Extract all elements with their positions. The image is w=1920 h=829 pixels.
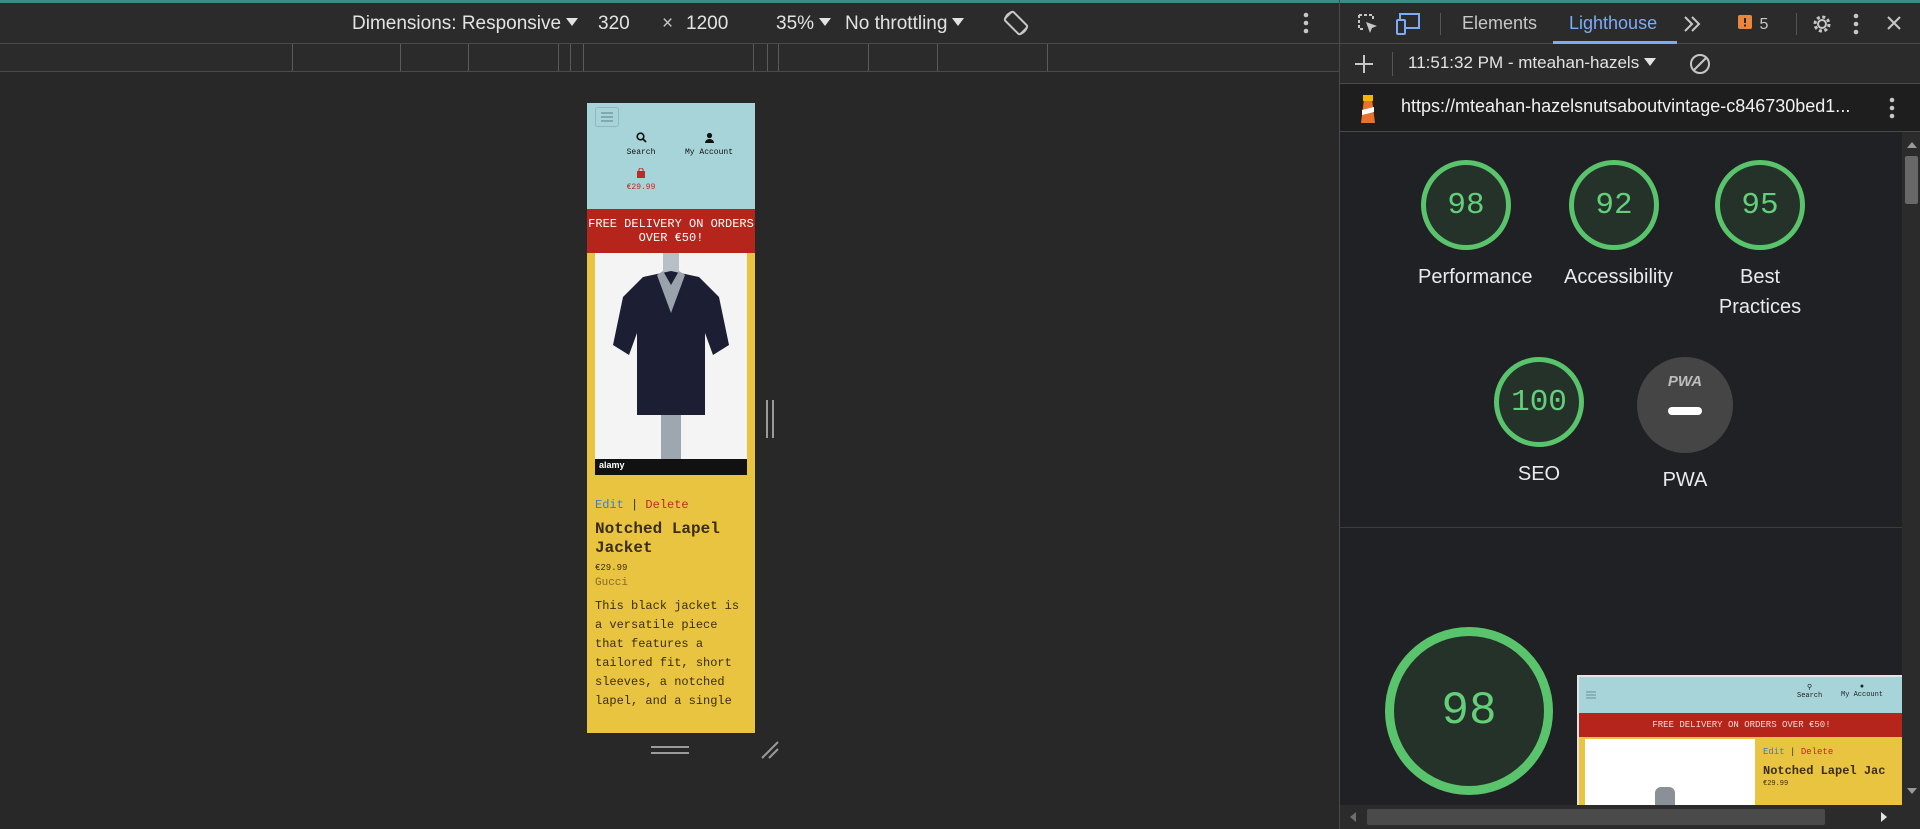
site-header: Search My Account €29.99 bbox=[587, 103, 755, 209]
chevron-down-icon bbox=[952, 17, 965, 26]
seo-gauge[interactable]: 100 SEO bbox=[1491, 357, 1587, 489]
gauge-label: Accessibility bbox=[1564, 266, 1673, 288]
score-ring: 100 bbox=[1494, 357, 1584, 447]
scroll-up-icon bbox=[1907, 142, 1917, 148]
product-description: This black jacket is a versatile piece t… bbox=[595, 599, 740, 708]
hamburger-icon bbox=[601, 112, 613, 122]
cart-link[interactable]: €29.99 bbox=[620, 165, 662, 192]
dimensions-dropdown[interactable]: Dimensions: Responsive bbox=[352, 13, 579, 35]
score-ring: 95 bbox=[1715, 160, 1805, 250]
report-url[interactable]: https://mteahan-hazelsnutsaboutvintage-c… bbox=[1401, 96, 1871, 117]
scroll-down-icon bbox=[1907, 788, 1917, 794]
close-icon[interactable] bbox=[1885, 14, 1903, 37]
device-toolbar: Dimensions: Responsive 320 × 1200 35% No… bbox=[0, 0, 1339, 44]
pwa-gauge[interactable]: PWA PWA bbox=[1637, 357, 1733, 495]
chevron-down-icon bbox=[1644, 57, 1657, 66]
height-input[interactable]: 1200 bbox=[686, 13, 728, 35]
product-title: Notched Lapel Jacket bbox=[595, 520, 720, 557]
new-report-icon[interactable] bbox=[1353, 53, 1375, 80]
device-toggle-icon[interactable] bbox=[1396, 12, 1422, 41]
chevron-down-icon bbox=[819, 17, 832, 26]
image-watermark: alamy bbox=[599, 460, 625, 470]
media-query-ruler[interactable] bbox=[0, 43, 1339, 72]
gauge-label: SEO bbox=[1517, 463, 1561, 485]
settings-gear-icon[interactable] bbox=[1810, 12, 1834, 41]
search-link[interactable]: Search bbox=[621, 130, 661, 157]
edit-link[interactable]: Edit bbox=[595, 498, 624, 512]
rotate-icon[interactable] bbox=[1002, 9, 1030, 43]
delete-link[interactable]: Delete bbox=[645, 498, 688, 512]
lighthouse-logo-icon bbox=[1356, 93, 1380, 130]
scroll-left-icon bbox=[1350, 812, 1356, 822]
my-account-link[interactable]: My Account bbox=[677, 130, 741, 157]
product-image: alamy bbox=[595, 253, 747, 475]
report-url-bar: https://mteahan-hazelsnutsaboutvintage-c… bbox=[1340, 84, 1920, 132]
pwa-badge-icon: PWA bbox=[1637, 357, 1733, 453]
thumb-search: ⚲ Search bbox=[1797, 684, 1823, 700]
customize-menu-icon[interactable] bbox=[1852, 12, 1860, 41]
user-icon bbox=[704, 132, 714, 143]
width-resize-handle[interactable] bbox=[766, 400, 774, 438]
thumb-account: ● My Account bbox=[1841, 683, 1884, 699]
scroll-thumb[interactable] bbox=[1905, 156, 1918, 204]
devtools-panel: Elements Lighthouse 5 11:51:32 PM - mtea… bbox=[1339, 0, 1920, 829]
chevron-down-icon bbox=[566, 17, 579, 26]
horizontal-scrollbar[interactable] bbox=[1340, 805, 1920, 829]
scroll-thumb[interactable] bbox=[1367, 809, 1825, 825]
performance-gauge[interactable]: 98 Performance bbox=[1418, 160, 1533, 292]
scroll-right-icon bbox=[1881, 812, 1887, 822]
height-resize-handle[interactable] bbox=[651, 746, 689, 754]
gauge-label: Performance bbox=[1418, 266, 1533, 288]
thumb-banner: FREE DELIVERY ON ORDERS OVER €50! bbox=[1579, 713, 1902, 737]
more-options-icon[interactable] bbox=[1302, 11, 1310, 41]
delivery-banner: FREE DELIVERY ON ORDERS OVER €50! bbox=[587, 209, 755, 253]
screenshot-thumbnail[interactable]: ⚲ Search ● My Account FREE DELIVERY ON ORD… bbox=[1577, 675, 1902, 805]
devtools-tabbar: Elements Lighthouse 5 bbox=[1340, 0, 1920, 44]
report-menu-icon[interactable] bbox=[1888, 96, 1896, 125]
gauge-label: Best Practices bbox=[1718, 266, 1802, 318]
gauge-label: PWA bbox=[1662, 469, 1708, 491]
times-label: × bbox=[662, 13, 674, 34]
report-select[interactable]: 11:51:32 PM - mteahan-hazels bbox=[1408, 53, 1657, 73]
score-ring: 92 bbox=[1569, 160, 1659, 250]
hamburger-icon bbox=[1586, 691, 1596, 699]
zoom-dropdown[interactable]: 35% bbox=[776, 13, 832, 35]
vertical-scrollbar[interactable] bbox=[1902, 132, 1920, 805]
thumb-image bbox=[1585, 739, 1755, 805]
link-separator: | bbox=[631, 498, 639, 512]
accessibility-gauge[interactable]: 92 Accessibility bbox=[1564, 160, 1673, 292]
more-tabs-icon[interactable] bbox=[1681, 12, 1703, 41]
thumb-details: Edit | Delete Notched Lapel Jac €29.99 bbox=[1763, 747, 1886, 788]
width-input[interactable]: 320 bbox=[598, 13, 630, 35]
product-price: €29.99 bbox=[595, 563, 628, 573]
overall-score-gauge: 98 bbox=[1385, 627, 1553, 795]
product-details: Edit | Delete Notched Lapel Jacket €29.9… bbox=[595, 498, 747, 711]
shopping-bag-icon bbox=[637, 167, 645, 178]
lighthouse-toolbar: 11:51:32 PM - mteahan-hazels bbox=[1340, 44, 1920, 84]
tab-elements[interactable]: Elements bbox=[1462, 13, 1537, 34]
product-brand: Gucci bbox=[595, 577, 629, 589]
score-ring: 98 bbox=[1421, 160, 1511, 250]
tab-lighthouse[interactable]: Lighthouse bbox=[1569, 13, 1657, 34]
issue-icon bbox=[1738, 15, 1752, 29]
inspect-element-icon[interactable] bbox=[1356, 12, 1380, 41]
menu-toggle-button[interactable] bbox=[595, 107, 619, 127]
throttling-dropdown[interactable]: No throttling bbox=[845, 13, 965, 35]
search-icon bbox=[635, 132, 647, 143]
device-preview[interactable]: Search My Account €29.99 FREE DELIVERY O… bbox=[587, 103, 755, 733]
clear-reports-icon[interactable] bbox=[1688, 52, 1712, 81]
best-practices-gauge[interactable]: 95 Best Practices bbox=[1712, 160, 1808, 322]
lighthouse-report: 98 Performance 92 Accessibility 95 Best … bbox=[1340, 132, 1902, 805]
corner-resize-handle[interactable] bbox=[760, 740, 780, 765]
issues-badge[interactable]: 5 bbox=[1738, 15, 1768, 34]
